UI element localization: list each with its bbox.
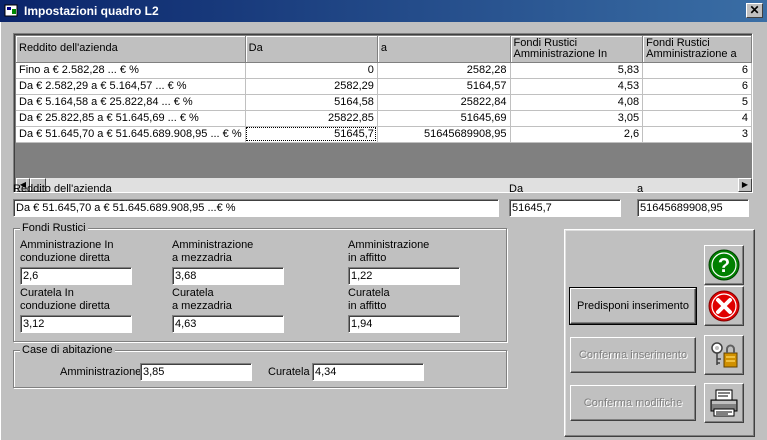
column-header[interactable]: a [377, 36, 511, 63]
window-close-button[interactable]: ✕ [746, 3, 763, 18]
grid-empty-area [16, 159, 752, 178]
table-cell[interactable]: 6 [642, 78, 752, 95]
cancel-button[interactable] [704, 286, 744, 326]
a-label: a [637, 183, 644, 195]
dialog-body: Reddito dell'azienda Da a Fondi Rustici … [0, 22, 767, 440]
amm-in-label-1: Amministrazione In [20, 239, 114, 251]
table-cell[interactable]: Da € 5.164,58 a € 25.822,84 ... € % [16, 94, 246, 111]
amm-in-label-2: conduzione diretta [20, 252, 110, 264]
table-cell[interactable]: 5 [642, 94, 752, 111]
button-panel: ? Predisponi inserimento Conferma inseri… [564, 229, 755, 437]
amm-in-field[interactable]: 2,6 [20, 267, 132, 285]
cur-aff-label-1: Curatela [348, 287, 390, 299]
table-cell[interactable]: 0 [245, 62, 378, 79]
table-row[interactable]: Fino a € 2.582,28 ... € % 0 2582,28 5,83… [16, 62, 752, 79]
grid-header-row: Reddito dell'azienda Da a Fondi Rustici … [16, 36, 752, 63]
table-cell[interactable]: Da € 51.645,70 a € 51.645.689.908,95 ...… [16, 126, 246, 143]
amm-mezz-field[interactable]: 3,68 [172, 267, 284, 285]
fondi-rustici-legend: Fondi Rustici [20, 222, 88, 234]
case-cur-field[interactable]: 4,34 [312, 363, 424, 381]
table-cell[interactable]: 4,53 [510, 78, 644, 95]
grid-table: Reddito dell'azienda Da a Fondi Rustici … [16, 36, 752, 143]
svg-text:?: ? [718, 255, 730, 277]
table-cell[interactable]: 2,6 [510, 126, 644, 143]
case-amm-label: Amministrazione [60, 366, 142, 378]
amm-aff-field[interactable]: 1,22 [348, 267, 460, 285]
cur-mezz-label-2: a mezzadria [172, 300, 232, 312]
table-cell[interactable]: 2582,28 [377, 62, 511, 79]
table-cell[interactable]: 4,08 [510, 94, 644, 111]
reddito-label: Reddito dell'azienda [13, 183, 112, 195]
da-field[interactable]: 51645,7 [509, 199, 621, 217]
case-abitazione-group: Case di abitazione Amministrazione 3,85 … [13, 344, 507, 388]
table-cell[interactable]: 5164,58 [245, 94, 378, 111]
print-button[interactable] [704, 383, 744, 423]
table-cell[interactable]: 4 [642, 110, 752, 127]
a-field[interactable]: 51645689908,95 [637, 199, 749, 217]
table-cell[interactable]: Fino a € 2.582,28 ... € % [16, 62, 246, 79]
table-row-selected[interactable]: Da € 51.645,70 a € 51.645.689.908,95 ...… [16, 126, 752, 143]
cur-aff-field[interactable]: 1,94 [348, 315, 460, 333]
table-cell[interactable]: 3 [642, 126, 752, 143]
table-row[interactable]: Da € 25.822,85 a € 51.645,69 ... € % 258… [16, 110, 752, 127]
predisponi-inserimento-button[interactable]: Predisponi inserimento [569, 287, 697, 325]
printer-icon [710, 389, 738, 417]
case-cur-label: Curatela [268, 366, 310, 378]
table-cell[interactable]: 6 [642, 62, 752, 79]
cur-mezz-field[interactable]: 4,63 [172, 315, 284, 333]
da-label: Da [509, 183, 524, 195]
help-button[interactable]: ? [704, 245, 744, 285]
cancel-icon [708, 290, 740, 322]
case-amm-field[interactable]: 3,85 [140, 363, 252, 381]
fondi-rustici-group: Fondi Rustici Amministrazione In conduzi… [13, 222, 507, 342]
cur-in-label-1: Curatela In [20, 287, 74, 299]
close-icon: ✕ [749, 3, 760, 17]
arrow-right-icon: ▶ [741, 180, 749, 189]
column-header[interactable]: Fondi Rustici Amministrazione a [642, 36, 752, 63]
table-cell[interactable]: Da € 2.582,29 a € 5.164,57 ... € % [16, 78, 246, 95]
table-cell[interactable]: 25822,84 [377, 94, 511, 111]
amm-mezz-label-2: a mezzadria [172, 252, 232, 264]
column-header[interactable]: Fondi Rustici Amministrazione In [510, 36, 644, 63]
table-cell[interactable]: Da € 25.822,85 a € 51.645,69 ... € % [16, 110, 246, 127]
reddito-field[interactable]: Da € 51.645,70 a € 51.645.689.908,95 ...… [13, 199, 499, 217]
table-cell[interactable]: 3,05 [510, 110, 644, 127]
conferma-inserimento-button[interactable]: Conferma inserimento [570, 337, 696, 373]
cur-in-field[interactable]: 3,12 [20, 315, 132, 333]
app-icon [4, 3, 20, 19]
table-cell[interactable]: 2582,29 [245, 78, 378, 95]
table-row[interactable]: Da € 2.582,29 a € 5.164,57 ... € % 2582,… [16, 78, 752, 95]
column-header[interactable]: Reddito dell'azienda [16, 36, 246, 63]
conferma-modifiche-button[interactable]: Conferma modifiche [570, 385, 696, 421]
amm-aff-label-1: Amministrazione [348, 239, 430, 251]
help-icon: ? [708, 249, 740, 281]
amm-aff-label-2: in affitto [348, 252, 387, 264]
column-header-label: Fondi Rustici Amministrazione a [646, 36, 737, 60]
table-cell[interactable]: 51645,69 [377, 110, 511, 127]
column-header-label: Fondi Rustici Amministrazione In [513, 36, 608, 60]
table-row[interactable]: Da € 5.164,58 a € 25.822,84 ... € % 5164… [16, 94, 752, 111]
settings-grid[interactable]: Reddito dell'azienda Da a Fondi Rustici … [13, 33, 753, 193]
title-bar: Impostazioni quadro L2 ✕ [0, 0, 767, 22]
amm-mezz-label-1: Amministrazione [172, 239, 254, 251]
keys-button[interactable] [704, 335, 744, 375]
cur-in-label-2: conduzione diretta [20, 300, 110, 312]
scroll-right-button[interactable]: ▶ [738, 178, 752, 192]
cur-aff-label-2: in affitto [348, 300, 387, 312]
table-cell[interactable]: 51645689908,95 [377, 126, 511, 143]
table-cell[interactable]: 5,83 [510, 62, 644, 79]
window-title: Impostazioni quadro L2 [24, 4, 159, 18]
table-cell-focused[interactable]: 51645,7 [245, 126, 378, 143]
column-header[interactable]: Da [245, 36, 378, 63]
table-cell[interactable]: 5164,57 [377, 78, 511, 95]
keys-icon [711, 342, 738, 368]
case-abitazione-legend: Case di abitazione [20, 344, 115, 356]
cur-mezz-label-1: Curatela [172, 287, 214, 299]
table-cell[interactable]: 25822,85 [245, 110, 378, 127]
